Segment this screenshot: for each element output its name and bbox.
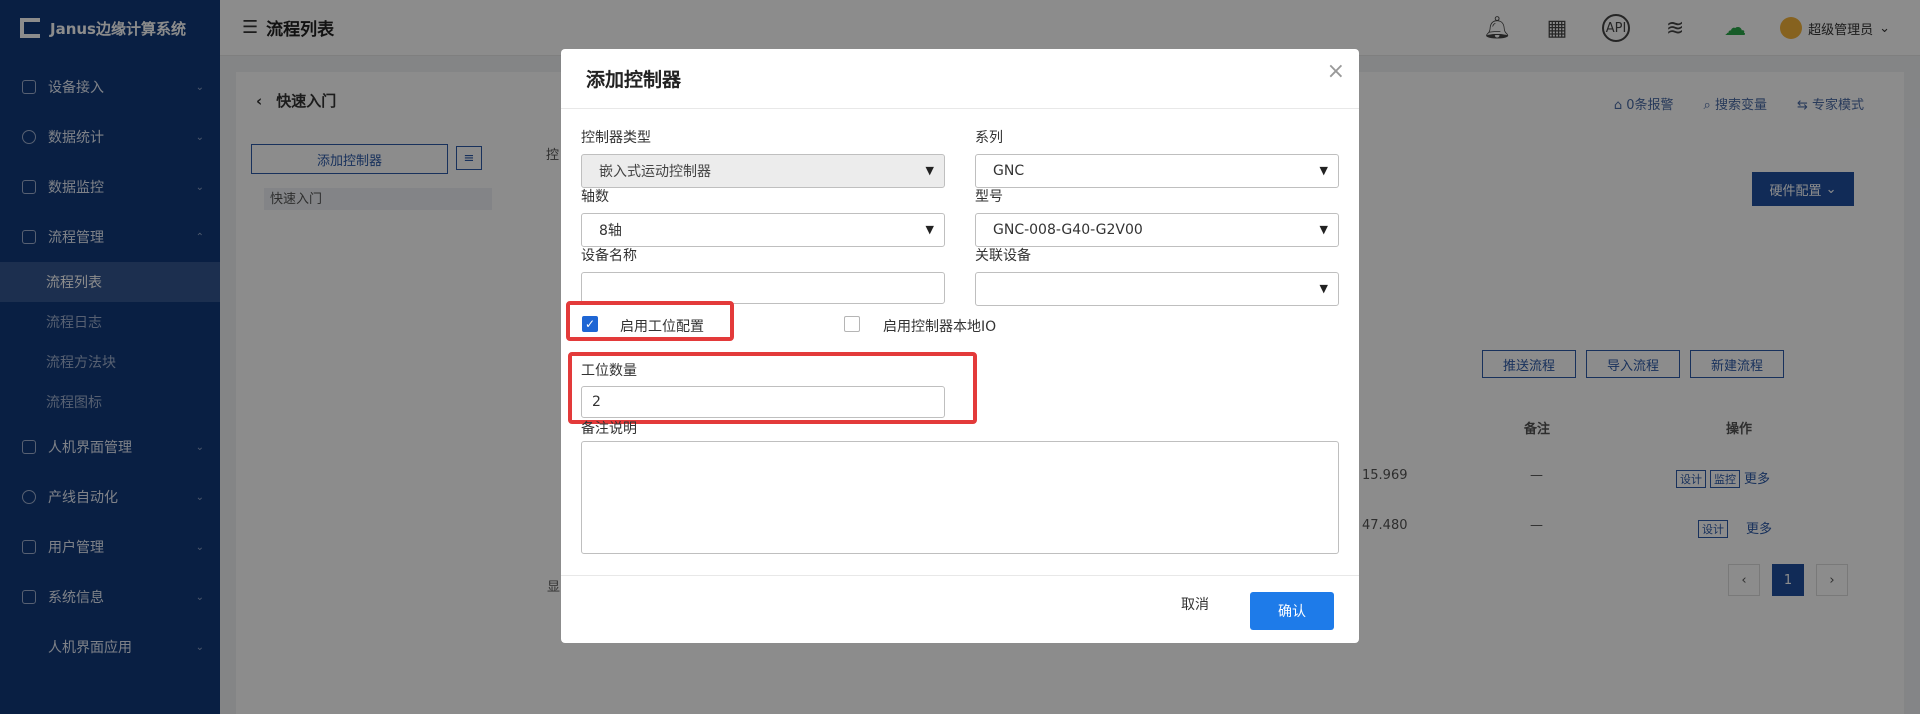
cancel-button[interactable]: 取消	[1181, 594, 1209, 614]
device-name-input[interactable]	[581, 272, 945, 304]
controller-type-select[interactable]: 嵌入式运动控制器 ▼	[581, 154, 945, 188]
axis-count-select[interactable]: 8轴 ▼	[581, 213, 945, 247]
confirm-button[interactable]: 确认	[1250, 592, 1334, 630]
add-controller-dialog: 添加控制器 × 控制器类型 嵌入式运动控制器 ▼ 系列 GNC ▼ 轴数 8轴 ▼ 型…	[561, 49, 1359, 643]
model-select[interactable]: GNC-008-G40-G2V00 ▼	[975, 213, 1339, 247]
linked-device-label: 关联设备	[975, 248, 1031, 264]
chevron-down-icon: ▼	[1319, 223, 1328, 236]
chevron-down-icon: ▼	[925, 223, 934, 236]
remark-label: 备注说明	[581, 421, 637, 437]
chevron-down-icon: ▼	[1319, 164, 1328, 177]
dialog-header: 添加控制器 ×	[561, 49, 1359, 109]
enable-local-io-checkbox[interactable]	[844, 316, 860, 332]
series-label: 系列	[975, 130, 1003, 146]
chevron-down-icon: ▼	[925, 164, 934, 177]
remark-textarea[interactable]	[581, 441, 1339, 554]
highlight-box-checkbox	[566, 301, 734, 341]
model-label: 型号	[975, 189, 1003, 205]
close-icon[interactable]: ×	[1327, 59, 1345, 84]
chevron-down-icon: ▼	[1319, 282, 1328, 295]
device-name-label: 设备名称	[581, 248, 637, 264]
series-select[interactable]: GNC ▼	[975, 154, 1339, 188]
linked-device-select[interactable]: ▼	[975, 272, 1339, 306]
highlight-box-station	[568, 352, 977, 424]
controller-type-label: 控制器类型	[581, 130, 651, 146]
enable-local-io-label: 启用控制器本地IO	[883, 319, 997, 335]
dialog-title: 添加控制器	[586, 69, 682, 91]
axis-label: 轴数	[581, 189, 609, 205]
dialog-footer: 取消 确认	[561, 575, 1359, 643]
